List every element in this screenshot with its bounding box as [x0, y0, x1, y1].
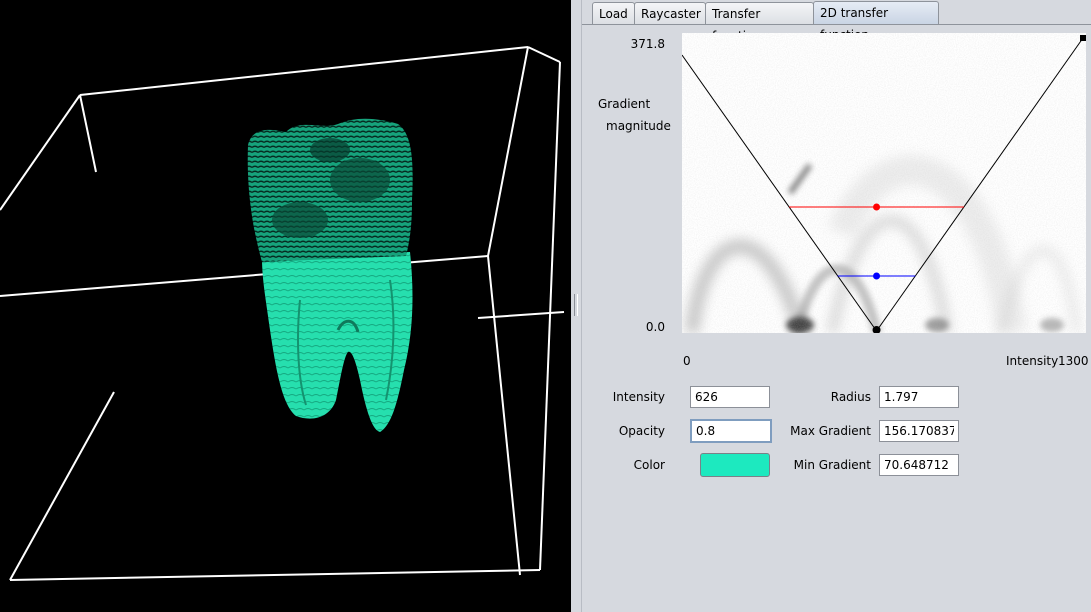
min-gradient-field[interactable]	[879, 454, 959, 476]
opacity-label: Opacity	[618, 424, 665, 438]
max-gradient-field[interactable]	[879, 420, 959, 442]
opacity-field[interactable]	[690, 419, 772, 443]
radius-corner-handle[interactable]	[1080, 35, 1086, 41]
x-max-label: 1300	[1058, 354, 1089, 368]
min-gradient-label: Min Gradient	[793, 458, 871, 472]
y-min-label: 0.0	[645, 320, 665, 334]
tooth-volume	[247, 118, 413, 432]
intensity-field[interactable]	[690, 386, 770, 408]
max-gradient-handle[interactable]	[873, 203, 881, 211]
x-axis-label: Intensity	[1006, 354, 1059, 368]
gradient-intensity-histogram	[682, 33, 1086, 336]
radius-label: Radius	[830, 390, 871, 404]
tab-raycaster[interactable]: Raycaster	[634, 2, 706, 24]
transfer-function-2d-plot[interactable]	[681, 33, 1086, 336]
max-gradient-label: Max Gradient	[790, 424, 871, 438]
y-axis-label-line1: Gradient	[598, 97, 651, 111]
x-min-label: 0	[683, 354, 691, 368]
min-gradient-handle[interactable]	[873, 272, 881, 280]
y-axis-label-line2: magnitude	[606, 119, 671, 133]
tab-2d-transfer-function[interactable]: 2D transfer function	[813, 1, 939, 42]
tab-content-2d-transfer-function: 371.8 Gradient magnitude 0.0 0 Intensity…	[582, 25, 1091, 612]
histogram-canvas[interactable]	[681, 33, 1086, 336]
color-picker-button[interactable]	[700, 453, 770, 477]
intensity-label: Intensity	[612, 390, 665, 404]
divider-grip-icon[interactable]	[574, 294, 578, 316]
radius-field[interactable]	[879, 386, 959, 408]
y-max-label: 371.8	[630, 37, 665, 51]
tab-transfer-function[interactable]: Transfer function	[705, 2, 814, 43]
settings-panel: Load Raycaster Transfer function 2D tran…	[581, 0, 1091, 612]
render-canvas[interactable]	[0, 0, 571, 612]
volume-render-viewport[interactable]	[0, 0, 571, 612]
tab-load[interactable]: Load	[592, 2, 635, 24]
color-label: Color	[633, 458, 665, 472]
